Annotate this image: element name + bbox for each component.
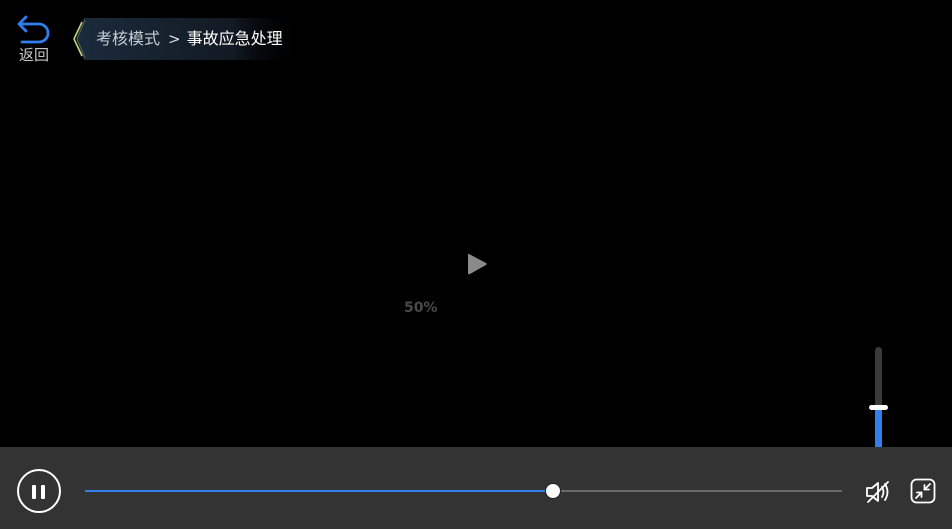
volume-handle[interactable] [869,405,888,410]
undo-arrow-icon [17,15,50,44]
breadcrumb-current: 事故应急处理 [186,29,283,48]
breadcrumb: 考核模式 > 事故应急处理 [70,18,300,60]
progress-thumb[interactable] [545,484,560,498]
exit-fullscreen-icon [910,478,936,504]
back-button[interactable]: 返回 [14,14,54,70]
progress-played [85,490,553,492]
back-label: 返回 [18,46,49,64]
control-bar [0,447,952,529]
breadcrumb-separator-icon: > [168,30,181,48]
breadcrumb-parent[interactable]: 考核模式 [96,29,160,49]
pause-button[interactable] [17,469,61,513]
mute-button[interactable] [864,479,892,505]
exit-fullscreen-button[interactable] [910,478,936,504]
center-play-button[interactable] [466,252,488,276]
progress-bar[interactable] [85,483,842,499]
play-icon [468,253,487,275]
volume-muted-icon [866,481,889,503]
loading-percent: 50% [404,300,438,316]
video-player: 返回 考核模式 > 事故应急处理 50% [0,0,952,529]
